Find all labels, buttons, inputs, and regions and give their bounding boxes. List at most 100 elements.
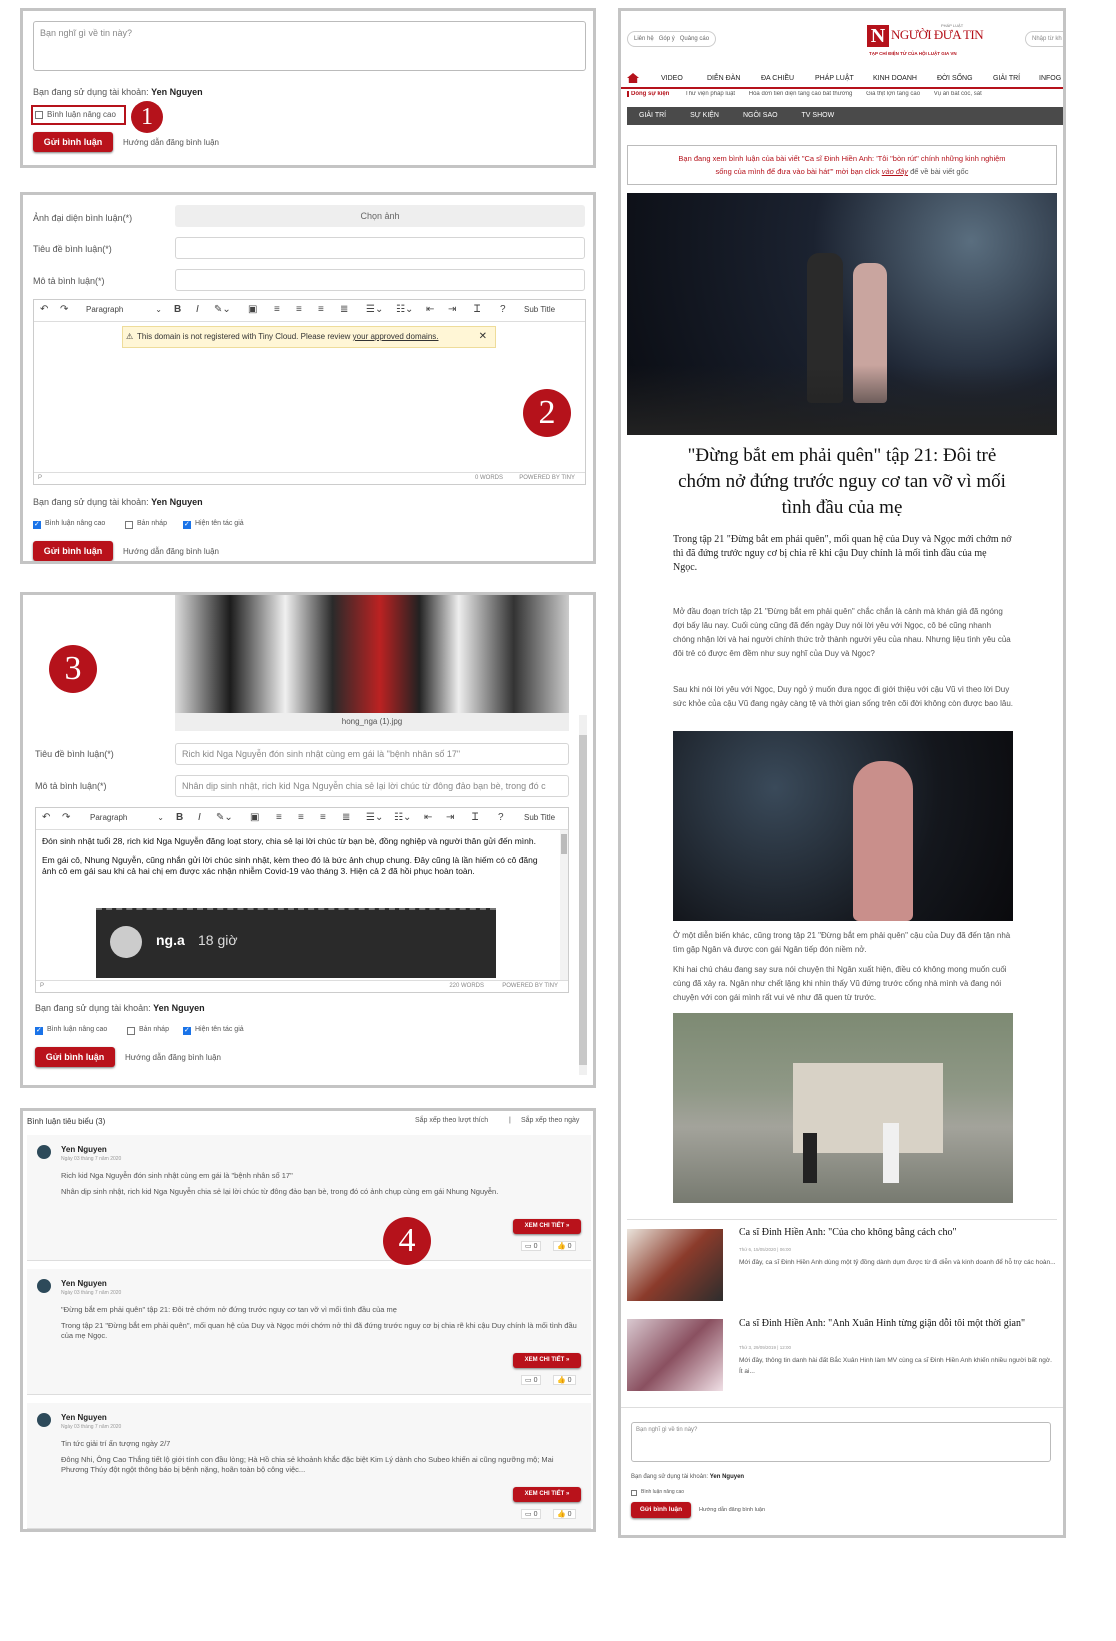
- approved-domains-link[interactable]: your approved domains.: [353, 332, 439, 341]
- undo-icon[interactable]: ↶: [40, 304, 48, 315]
- image-icon[interactable]: ▣: [250, 812, 259, 823]
- italic-icon[interactable]: I: [196, 304, 199, 315]
- site-logo[interactable]: N NGƯỜI ĐƯA TIN PHÁP LUẬT TẠP CHÍ ĐIỆN T…: [867, 23, 984, 59]
- subnav-entertainment[interactable]: GIẢI TRÍ: [639, 112, 666, 119]
- advanced-comment-checkbox[interactable]: [35, 111, 43, 119]
- bullet-list-icon[interactable]: ☰⌄: [366, 304, 383, 315]
- comment-textarea[interactable]: Bạn nghĩ gì về tin này?: [631, 1422, 1051, 1462]
- related-item[interactable]: Ca sĩ Đinh Hiền Anh: "Anh Xuân Hinh từng…: [627, 1317, 1057, 1397]
- advanced-comment-checkbox[interactable]: [33, 520, 41, 529]
- nav-multidimensional[interactable]: ĐA CHIỀU: [761, 75, 794, 82]
- draft-checkbox[interactable]: [127, 1027, 135, 1035]
- show-author-checkbox[interactable]: [183, 1026, 191, 1035]
- event-link[interactable]: Giá thịt lợn tăng cao: [866, 91, 920, 97]
- align-right-icon[interactable]: ≡: [320, 812, 326, 823]
- nav-life[interactable]: ĐỜI SỐNG: [937, 75, 973, 82]
- subnav-tvshow[interactable]: TV SHOW: [802, 112, 835, 119]
- subtitle-button[interactable]: Sub Title: [524, 813, 555, 822]
- help-icon[interactable]: ?: [498, 812, 504, 823]
- like-count[interactable]: ▭ 0: [521, 1375, 542, 1385]
- feedback-link[interactable]: Góp ý: [659, 36, 675, 42]
- submit-comment-button[interactable]: Gửi bình luận: [631, 1502, 691, 1518]
- justify-icon[interactable]: ≣: [342, 812, 350, 823]
- redo-icon[interactable]: ↷: [60, 304, 68, 315]
- title-input[interactable]: [175, 237, 585, 259]
- ads-link[interactable]: Quảng cáo: [680, 36, 709, 42]
- like-count[interactable]: ▭ 0: [521, 1509, 542, 1519]
- comment-guide-link[interactable]: Hướng dẫn đăng bình luận: [123, 547, 219, 556]
- related-item[interactable]: Ca sĩ Đinh Hiền Anh: "Của cho không bằng…: [627, 1227, 1057, 1307]
- related-title[interactable]: Ca sĩ Đinh Hiền Anh: "Anh Xuân Hinh từng…: [739, 1317, 1057, 1330]
- event-link[interactable]: Thư viện pháp luật: [685, 91, 735, 97]
- scrollbar-thumb[interactable]: [579, 735, 587, 1065]
- nav-entertainment[interactable]: GIẢI TRÍ: [993, 75, 1020, 82]
- submit-comment-button[interactable]: Gửi bình luận: [33, 541, 113, 561]
- italic-icon[interactable]: I: [198, 812, 201, 823]
- thumb-count[interactable]: 👍 0: [553, 1375, 576, 1385]
- nav-law[interactable]: PHÁP LUẬT: [815, 75, 854, 82]
- search-input[interactable]: Nhập từ kh: [1025, 31, 1063, 47]
- choose-image-button[interactable]: Chọn ảnh: [175, 205, 585, 227]
- submit-comment-button[interactable]: Gửi bình luận: [35, 1047, 115, 1067]
- thumb-count[interactable]: 👍 0: [553, 1241, 576, 1251]
- comment-textarea[interactable]: Bạn nghĩ gì về tin này?: [33, 21, 586, 71]
- paragraph-select[interactable]: Paragraph ⌄: [90, 813, 164, 822]
- outdent-icon[interactable]: ⇤: [424, 812, 432, 823]
- like-count[interactable]: ▭ 0: [521, 1241, 542, 1251]
- help-icon[interactable]: ?: [500, 304, 506, 315]
- bullet-list-icon[interactable]: ☰⌄: [366, 812, 383, 823]
- sort-by-likes-link[interactable]: Sắp xếp theo lượt thích: [415, 1117, 488, 1124]
- contact-link[interactable]: Liên hệ: [634, 36, 654, 42]
- view-detail-button[interactable]: XEM CHI TIẾT »: [513, 1353, 581, 1368]
- event-link[interactable]: Vụ án bắt cóc, sát: [934, 91, 982, 97]
- subnav-events[interactable]: SỰ KIỆN: [690, 112, 719, 119]
- desc-input[interactable]: [175, 269, 585, 291]
- justify-icon[interactable]: ≣: [340, 304, 348, 315]
- align-left-icon[interactable]: ≡: [274, 304, 280, 315]
- highlight-icon[interactable]: ✎⌄: [214, 304, 231, 315]
- nav-business[interactable]: KINH DOANH: [873, 75, 917, 82]
- related-title[interactable]: Ca sĩ Đinh Hiền Anh: "Của cho không bằng…: [739, 1227, 1057, 1238]
- align-right-icon[interactable]: ≡: [318, 304, 324, 315]
- view-detail-button[interactable]: XEM CHI TIẾT »: [513, 1219, 581, 1234]
- image-icon[interactable]: ▣: [248, 304, 257, 315]
- submit-comment-button[interactable]: Gửi bình luận: [33, 132, 113, 152]
- editor-content[interactable]: Đón sinh nhật tuổi 28, rich kid Nga Nguy…: [42, 836, 542, 877]
- advanced-comment-checkbox[interactable]: [631, 1490, 637, 1496]
- advanced-comment-checkbox[interactable]: [35, 1026, 43, 1035]
- rich-editor[interactable]: ↶ ↷ Paragraph ⌄ B I ✎⌄ ▣ ≡ ≡ ≡ ≣ ☰⌄ ☷⌄ ⇤ …: [33, 299, 586, 485]
- outdent-icon[interactable]: ⇤: [426, 304, 434, 315]
- scrollbar-thumb[interactable]: [561, 834, 567, 854]
- undo-icon[interactable]: ↶: [42, 812, 50, 823]
- clear-format-icon[interactable]: Ꮖ: [474, 304, 481, 315]
- view-detail-button[interactable]: XEM CHI TIẾT »: [513, 1487, 581, 1502]
- number-list-icon[interactable]: ☷⌄: [396, 304, 413, 315]
- highlight-icon[interactable]: ✎⌄: [216, 812, 233, 823]
- align-center-icon[interactable]: ≡: [296, 304, 302, 315]
- close-icon[interactable]: ✕: [479, 327, 487, 347]
- desc-input[interactable]: Nhân dịp sinh nhật, rich kid Nga Nguyễn …: [175, 775, 569, 797]
- editor-scrollbar[interactable]: [560, 830, 568, 982]
- nav-video[interactable]: VIDEO: [661, 75, 683, 82]
- nav-infographic[interactable]: INFOG: [1039, 75, 1061, 82]
- align-left-icon[interactable]: ≡: [276, 812, 282, 823]
- align-center-icon[interactable]: ≡: [298, 812, 304, 823]
- sort-by-date-link[interactable]: Sắp xếp theo ngày: [521, 1117, 579, 1124]
- thumb-count[interactable]: 👍 0: [553, 1509, 576, 1519]
- paragraph-select[interactable]: Paragraph ⌄: [86, 305, 162, 314]
- comment-guide-link[interactable]: Hướng dẫn đăng bình luận: [123, 138, 219, 147]
- show-author-checkbox[interactable]: [183, 520, 191, 529]
- draft-checkbox[interactable]: [125, 521, 133, 529]
- number-list-icon[interactable]: ☷⌄: [394, 812, 411, 823]
- nav-forum[interactable]: DIỄN ĐÀN: [707, 75, 740, 82]
- subnav-stars[interactable]: NGÔI SAO: [743, 112, 778, 119]
- bold-icon[interactable]: B: [174, 304, 181, 315]
- comment-guide-link[interactable]: Hướng dẫn đăng bình luận: [699, 1507, 765, 1513]
- redo-icon[interactable]: ↷: [62, 812, 70, 823]
- comment-guide-link[interactable]: Hướng dẫn đăng bình luận: [125, 1053, 221, 1062]
- home-icon[interactable]: [627, 73, 639, 83]
- clear-format-icon[interactable]: Ꮖ: [472, 812, 479, 823]
- original-article-link[interactable]: vào đây: [882, 167, 908, 176]
- title-input[interactable]: Rich kid Nga Nguyễn đón sinh nhật cùng e…: [175, 743, 569, 765]
- rich-editor[interactable]: ↶ ↷ Paragraph ⌄ B I ✎⌄ ▣ ≡ ≡ ≡ ≣ ☰⌄ ☷⌄ ⇤ …: [35, 807, 569, 993]
